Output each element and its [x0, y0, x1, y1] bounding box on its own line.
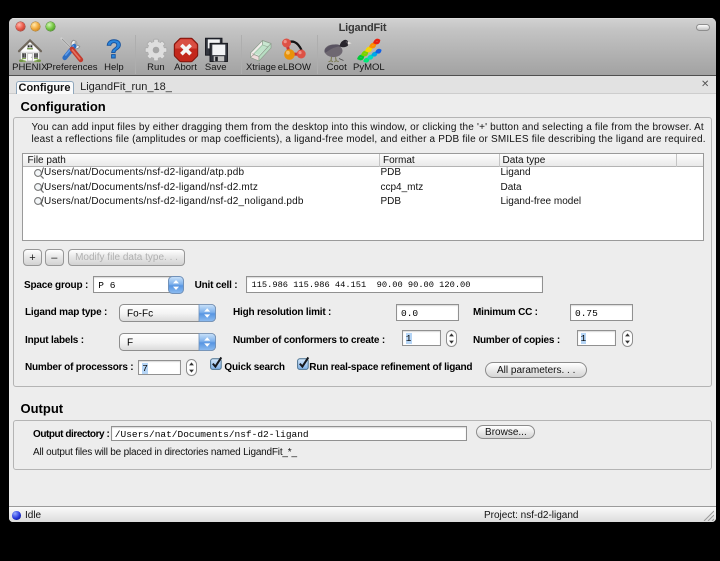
svg-text:F: F [127, 338, 133, 349]
svg-text:?: ? [106, 36, 122, 62]
svg-text:Fo-Fc: Fo-Fc [127, 309, 153, 320]
